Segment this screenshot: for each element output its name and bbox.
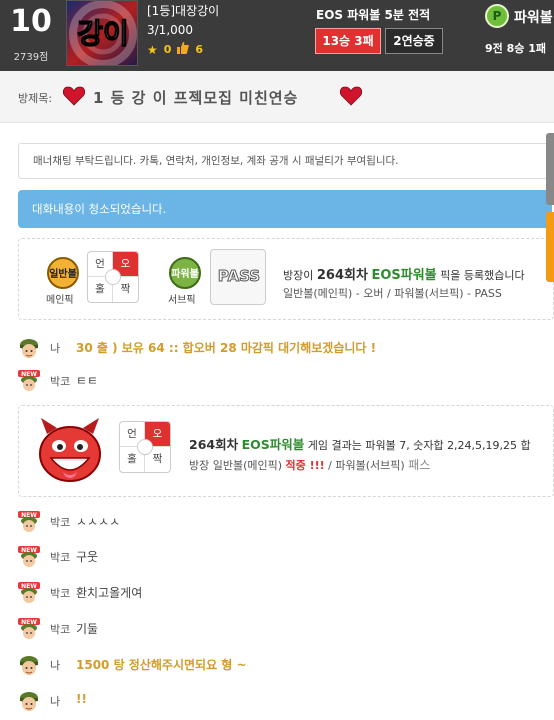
soldier-avatar-icon[interactable] xyxy=(18,690,40,712)
chat-text: 구웃 xyxy=(76,550,99,564)
pick-announcement: 방장이 264회차 EOS파워볼 픽을 등록했습니다 xyxy=(283,264,525,283)
chat-author[interactable]: 박코 xyxy=(50,514,70,530)
level-block: 10 2739점 xyxy=(0,0,62,71)
host-stats: ★ 0 6 xyxy=(147,42,203,57)
side-panel-tab-highlight[interactable] xyxy=(546,212,554,282)
star-count: 0 xyxy=(163,43,172,56)
streak-badge: 2연승중 xyxy=(385,28,443,54)
new-user-avatar-icon[interactable]: NEW xyxy=(18,582,40,604)
chat-author[interactable]: 박코 xyxy=(50,621,70,637)
host-logo-image: 강이 xyxy=(67,1,137,65)
chat-text: ㅌㅌ xyxy=(76,374,99,388)
pick-game: EOS파워볼 xyxy=(371,268,437,283)
chat-message: 나 !! xyxy=(18,688,554,712)
logo-text: 강이 xyxy=(77,17,129,50)
new-user-avatar-icon[interactable]: NEW xyxy=(18,618,40,640)
chat-text: ㅅㅅㅅㅅ xyxy=(76,515,121,529)
main-pick-caption: 메인픽 xyxy=(46,295,74,306)
pick-registered-box: 일반볼 메인픽 언 오 홀 짝 파워볼 서브픽 PASS 방장이 264회차 E… xyxy=(18,238,554,320)
powerball-record: 9전 8승 1패 xyxy=(485,42,546,55)
new-user-avatar-icon[interactable]: NEW xyxy=(18,511,40,533)
heart-icon xyxy=(63,86,85,106)
pick-round: 264회차 xyxy=(316,268,368,283)
eos-record-title: EOS 파워볼 5분 전적 xyxy=(316,8,431,22)
devil-face-icon xyxy=(39,418,101,482)
result-text: 게임 결과는 파워볼 7, 숫자합 2,24,5,19,25 합 xyxy=(307,439,531,452)
room-title-label: 방제목: xyxy=(18,92,53,105)
chat-text: 30 출 ) 보유 64 :: 합오버 28 마감픽 대기해보겠습니다 ! xyxy=(76,341,377,355)
pick-prefix: 방장이 xyxy=(283,269,314,282)
general-ball-badge: 일반볼 xyxy=(47,257,79,289)
chat-text: !! xyxy=(76,692,87,706)
chat-message: NEW 박코 환치고올게여 xyxy=(18,580,554,604)
soldier-avatar-icon[interactable] xyxy=(18,654,40,676)
chat-cleared-notice: 대화내용이 청소되었습니다. xyxy=(18,190,552,228)
level-number: 10 xyxy=(10,4,52,39)
grid-center xyxy=(105,269,121,285)
result-pass: 패스 xyxy=(408,458,431,472)
chat-author[interactable]: 박코 xyxy=(50,585,70,601)
result-sub-pick: / 파워볼(서브픽) xyxy=(328,459,405,472)
chat-text: 1500 탕 정산해주시면되요 형 ~ xyxy=(76,658,247,672)
chat-message: NEW 박코 기둘 xyxy=(18,616,554,640)
result-hit: 적중 !!! xyxy=(285,459,325,472)
room-header: 10 2739점 강이 [1등]대장강이 3/1,000 ★ 0 6 EOS 파… xyxy=(0,0,554,71)
new-user-avatar-icon[interactable]: NEW xyxy=(18,546,40,568)
chat-author[interactable]: 박코 xyxy=(50,373,70,389)
win-loss-badge: 13승 3패 xyxy=(315,28,381,54)
chat-author[interactable]: 박코 xyxy=(50,549,70,565)
result-game: EOS파워볼 xyxy=(241,437,305,452)
chat-text: 환치고올게여 xyxy=(76,586,143,600)
chat-message: 나 1500 탕 정산해주시면되요 형 ~ xyxy=(18,652,554,676)
soldier-avatar-icon[interactable] xyxy=(18,337,40,359)
chat-message: NEW 박코 구웃 xyxy=(18,544,554,568)
result-main-pick: 방장 일반볼(메인픽) xyxy=(189,459,283,472)
heart-icon xyxy=(340,86,362,106)
thumbs-up-icon xyxy=(177,42,190,57)
chat-author[interactable]: 나 xyxy=(50,693,60,709)
star-icon: ★ xyxy=(147,42,158,57)
room-name: 1 등 강 이 프젝모집 미친연승 xyxy=(93,89,299,107)
new-user-avatar-icon[interactable]: NEW xyxy=(18,370,40,392)
powerball-record-title: 파워볼 xyxy=(514,10,553,26)
sub-pick-pass: PASS xyxy=(210,249,266,305)
level-points: 2739점 xyxy=(13,52,49,63)
chat-message: 나 30 출 ) 보유 64 :: 합오버 28 마감픽 대기해보겠습니다 ! xyxy=(18,335,554,359)
result-announcement: 264회차 EOS파워볼 게임 결과는 파워볼 7, 숫자합 2,24,5,19… xyxy=(189,434,531,453)
pass-label: PASS xyxy=(217,267,261,286)
chat-message: NEW 박코 ㅅㅅㅅㅅ xyxy=(18,509,554,533)
pick-detail: 일반볼(메인픽) - 오버 / 파워볼(서브픽) - PASS xyxy=(283,287,502,300)
room-title-bar: 방제목: 1 등 강 이 프젝모집 미친연승 xyxy=(0,71,554,123)
manner-notice: 매너채팅 부탁드립니다. 카톡, 연락처, 개인정보, 계좌 공개 시 패널티가… xyxy=(18,143,552,179)
host-room-title: [1등]대장강이 xyxy=(147,4,220,18)
chat-author[interactable]: 나 xyxy=(50,657,60,673)
powerball-badge: 파워볼 xyxy=(169,257,201,289)
grid-center xyxy=(137,439,153,455)
result-detail: 방장 일반볼(메인픽) 적중 !!! / 파워볼(서브픽) 패스 xyxy=(189,456,430,473)
chat-text: 기둘 xyxy=(76,622,99,636)
game-result-box: 언 오 홀 짝 264회차 EOS파워볼 게임 결과는 파워볼 7, 숫자합 2… xyxy=(18,405,554,497)
like-count: 6 xyxy=(195,43,204,56)
powerball-p-icon: P xyxy=(485,4,509,28)
main-pick-grid: 언 오 홀 짝 xyxy=(87,251,139,303)
result-grid: 언 오 홀 짝 xyxy=(119,421,171,473)
chat-author[interactable]: 나 xyxy=(50,340,60,356)
result-round: 264회차 xyxy=(189,437,239,452)
side-panel-tab[interactable] xyxy=(546,133,554,205)
sub-pick-caption: 서브픽 xyxy=(168,295,196,306)
chat-message: NEW 박코 ㅌㅌ xyxy=(18,368,554,392)
room-member-count: 3/1,000 xyxy=(147,23,194,37)
pick-suffix: 픽을 등록했습니다 xyxy=(440,269,525,282)
host-avatar[interactable]: 강이 xyxy=(66,0,138,66)
